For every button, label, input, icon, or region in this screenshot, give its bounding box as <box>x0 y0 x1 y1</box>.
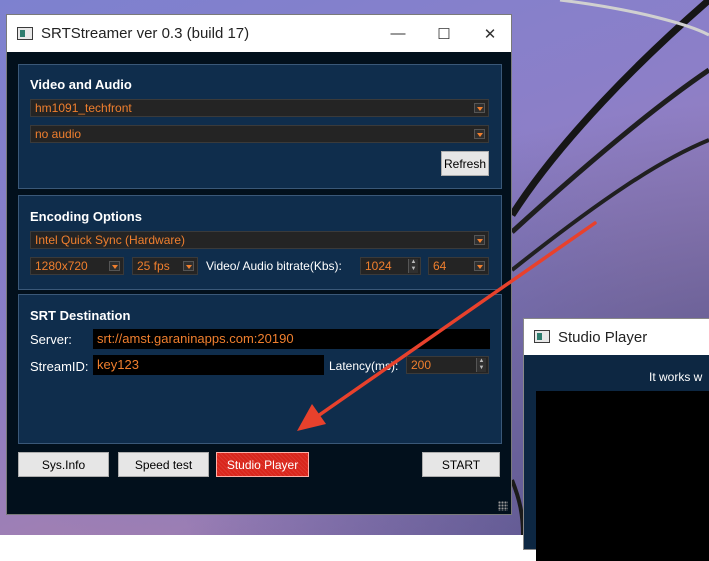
annotation-arrow <box>297 221 597 431</box>
